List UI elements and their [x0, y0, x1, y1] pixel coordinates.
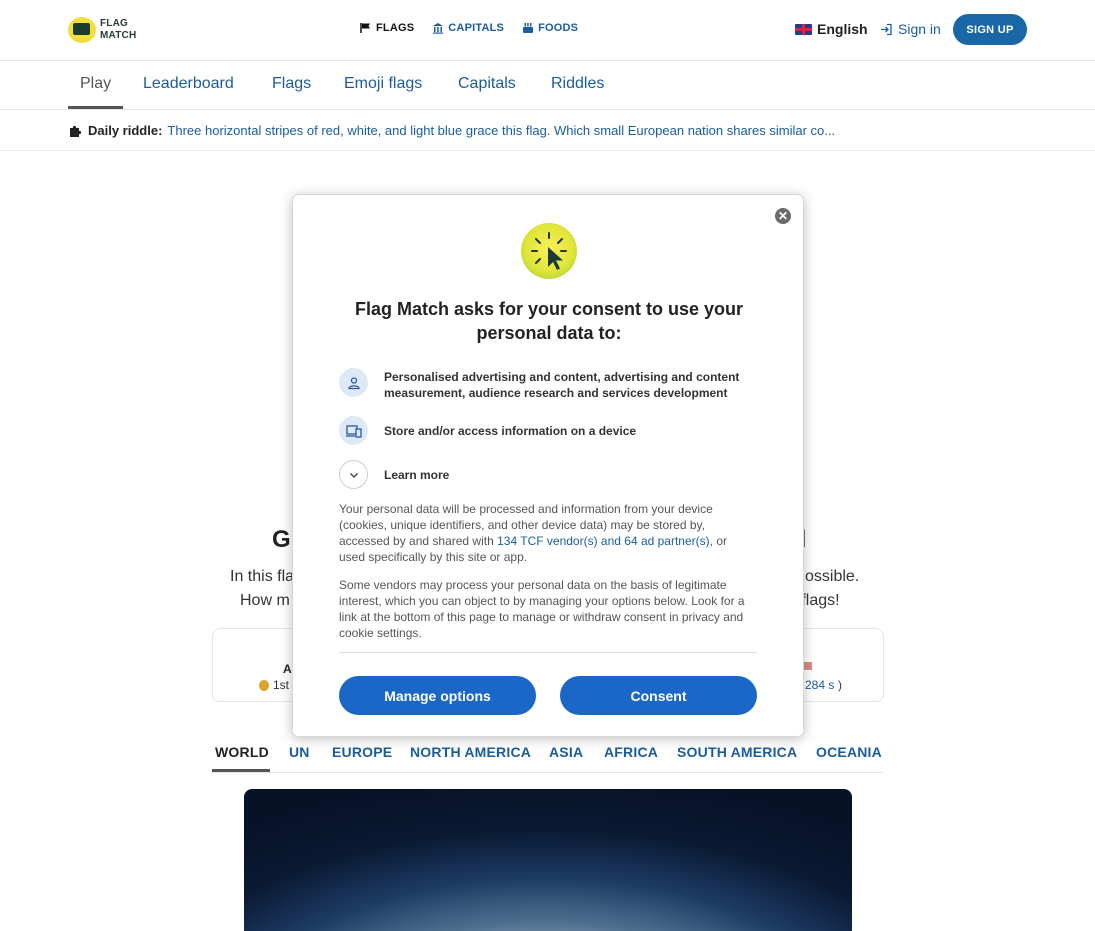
- close-button[interactable]: ✕: [775, 208, 791, 224]
- consent-button[interactable]: Consent: [560, 676, 757, 715]
- purpose-item: Store and/or access information on a dev…: [339, 416, 754, 445]
- consent-paragraph-1: Your personal data will be processed and…: [339, 502, 727, 564]
- vendors-link[interactable]: 134 TCF vendor(s) and 64 ad partner(s): [497, 534, 710, 548]
- purpose-text: Personalised advertising and content, ad…: [384, 370, 740, 400]
- purpose-text: Store and/or access information on a dev…: [384, 424, 637, 438]
- consent-dialog: ✕ Flag Match asks for your consent to us…: [292, 194, 804, 737]
- cursor-click-icon: [531, 232, 567, 270]
- learn-more-toggle[interactable]: Learn more: [339, 460, 754, 489]
- divider: [339, 652, 757, 653]
- consent-title: Flag Match asks for your consent to use …: [354, 299, 744, 343]
- manage-options-button[interactable]: Manage options: [339, 676, 536, 715]
- device-icon: [339, 416, 368, 445]
- site-icon: [521, 223, 577, 279]
- learn-more-label: Learn more: [384, 468, 450, 482]
- chevron-down-icon: [339, 460, 368, 489]
- person-icon: [339, 368, 368, 397]
- purpose-item: Personalised advertising and content, ad…: [339, 368, 754, 401]
- consent-paragraph-2: Some vendors may process your personal d…: [339, 578, 745, 640]
